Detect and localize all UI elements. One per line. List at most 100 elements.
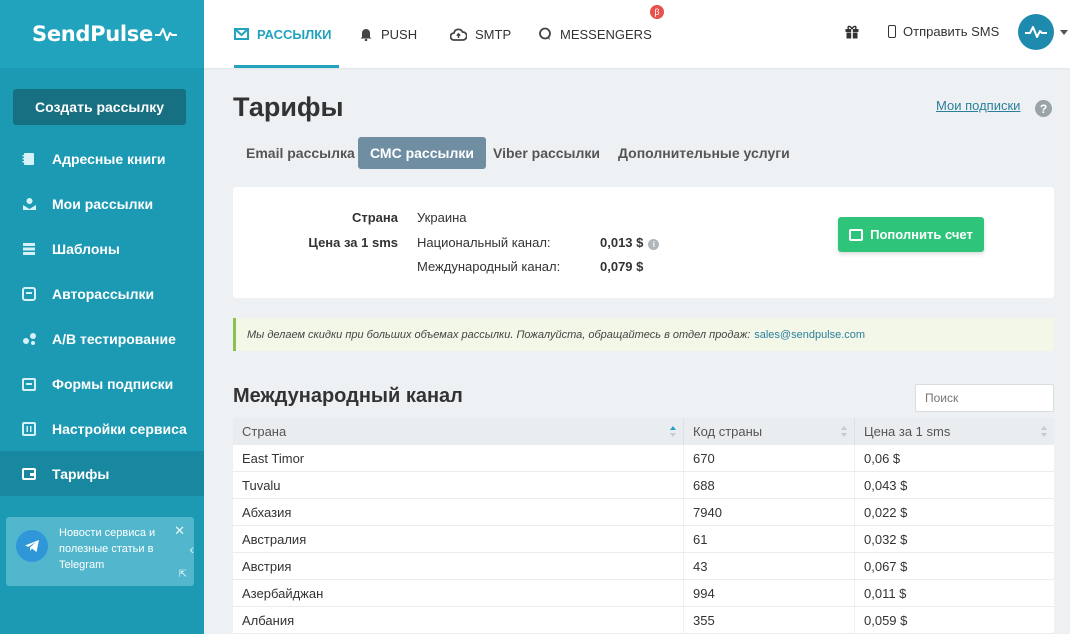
external-link-icon[interactable]: ⇱ [179,569,187,580]
tab-push[interactable]: PUSH [359,0,417,68]
sidebar-item-tariffs[interactable]: Тарифы [0,451,204,496]
sidebar-item-automation[interactable]: Авторассылки [0,271,204,316]
country-value: Украина [417,210,467,225]
table-header: Страна Код страны Цена за 1 sms [233,418,1054,445]
national-channel-label: Национальный канал: [417,235,551,250]
search-input[interactable] [915,384,1054,412]
forms-icon [21,376,37,392]
create-campaign-button[interactable]: Создать рассылку [13,89,186,125]
sidebar-item-address-books[interactable]: Адресные книги [0,136,204,181]
gift-icon[interactable] [844,24,860,40]
chevron-left-icon[interactable]: ‹ [189,541,194,557]
sidebar-item-label: Мои рассылки [52,195,154,212]
sidebar-item-ab-testing[interactable]: A/B тестирование [0,316,204,361]
code-cell: 670 [684,445,855,471]
tab-viber[interactable]: Viber рассылки [481,137,612,169]
table-row: Австрия 43 0,067 $ [233,553,1054,580]
my-subscriptions-link[interactable]: Мои подписки [936,98,1020,113]
sidebar-item-label: Шаблоны [52,240,120,257]
bell-icon [359,27,373,41]
price-cell: 0,067 $ [864,558,908,574]
table-row: East Timor 670 0,06 $ [233,445,1054,472]
price-cell: 0,022 $ [864,504,908,520]
pricing-card: Страна Украина Цена за 1 sms Национальны… [233,187,1054,298]
pulse-icon [1025,26,1047,38]
tab-label: MESSENGERS [560,26,652,42]
avatar[interactable] [1018,14,1054,50]
country-cell: Абхазия [233,499,684,525]
tab-sms[interactable]: СМС рассылки [358,137,486,169]
sidebar-item-label: Адресные книги [52,150,166,167]
table-row: Азербайджан 994 0,011 $ [233,580,1054,607]
chevron-down-icon[interactable] [1060,30,1068,35]
column-label: Код страны [693,424,763,439]
templates-icon [21,241,37,257]
sidebar-item-forms[interactable]: Формы подписки [0,361,204,406]
sidebar-body: Создать рассылку Адресные книги Мои расс… [0,68,204,634]
sort-icon [670,426,677,437]
send-sms-label: Отправить SMS [903,24,1000,39]
national-price: 0,013 $ i [600,235,660,250]
pulse-icon [154,28,177,41]
chat-icon [538,27,552,41]
country-label: Страна [351,210,398,225]
price-cell: 0,06 $ [864,450,901,466]
sidebar-item-label: Тарифы [52,465,110,482]
sidebar-item-settings[interactable]: Настройки сервиса [0,406,204,451]
section-title: Международный канал [233,385,463,407]
national-price-value: 0,013 $ [600,235,644,250]
info-icon[interactable]: i [648,239,660,250]
wallet-icon [21,466,37,482]
brand-name: SendPulse [32,22,153,46]
table-row: Албания 355 0,059 $ [233,607,1054,634]
country-cell: Азербайджан [233,580,684,606]
code-cell: 994 [684,580,855,606]
price-cell: 0,043 $ [864,477,908,493]
code-cell: 7940 [684,499,855,525]
tab-smtp[interactable]: SMTP [450,0,511,68]
tab-additional-services[interactable]: Дополнительные услуги [606,137,802,169]
code-cell: 355 [684,607,855,633]
column-header-code[interactable]: Код страны [684,418,855,445]
column-header-price[interactable]: Цена за 1 sms [855,418,1054,445]
help-icon[interactable]: ? [1035,100,1052,117]
logo[interactable]: SendPulse [32,22,177,46]
column-header-country[interactable]: Страна [233,418,684,445]
sales-email-link[interactable]: sales@sendpulse.com [754,329,865,341]
tab-email[interactable]: Email рассылка [234,137,367,169]
price-cell: 0,011 $ [864,585,907,601]
country-cell: Австралия [233,526,684,552]
tab-campaigns[interactable]: РАССЫЛКИ [234,0,339,68]
telegram-icon [16,530,48,562]
top-up-label: Пополнить счет [870,227,973,242]
table-row: Абхазия 7940 0,022 $ [233,499,1054,526]
international-rates-table: Страна Код страны Цена за 1 sms East Tim… [233,418,1054,634]
tab-messengers[interactable]: MESSENGERS β [538,0,664,68]
phone-icon [888,25,896,38]
telegram-news-card[interactable]: Новости сервиса и полезные статьи в Tele… [6,517,194,586]
international-channel-label: Международный канал: [417,259,561,274]
send-sms-link[interactable]: Отправить SMS [888,24,999,39]
wallet-icon [849,228,864,241]
international-price: 0,079 $ [600,259,644,274]
sidebar-item-templates[interactable]: Шаблоны [0,226,204,271]
discount-notice: Мы делаем скидки при больших объемах рас… [233,318,1054,351]
table-row: Австралия 61 0,032 $ [233,526,1054,553]
ab-test-icon [21,331,37,347]
notice-text: Мы делаем скидки при больших объемах рас… [247,328,751,341]
sidebar-nav: Адресные книги Мои рассылки Шаблоны Авто… [0,136,204,496]
cloud-icon [450,27,467,41]
tab-label: SMTP [475,26,512,42]
price-cell: 0,032 $ [864,531,908,547]
sidebar-item-my-campaigns[interactable]: Мои рассылки [0,181,204,226]
sidebar: SendPulse Создать рассылку Адресные книг… [0,0,204,634]
code-cell: 43 [684,553,855,579]
column-label: Страна [242,424,287,439]
close-icon[interactable]: ✕ [174,523,185,539]
top-up-button[interactable]: Пополнить счет [838,217,984,252]
sort-icon [1041,426,1048,437]
page-title: Тарифы [233,92,344,122]
sidebar-item-label: Авторассылки [52,285,155,302]
tab-label: PUSH [381,26,418,42]
beta-badge: β [650,5,664,19]
